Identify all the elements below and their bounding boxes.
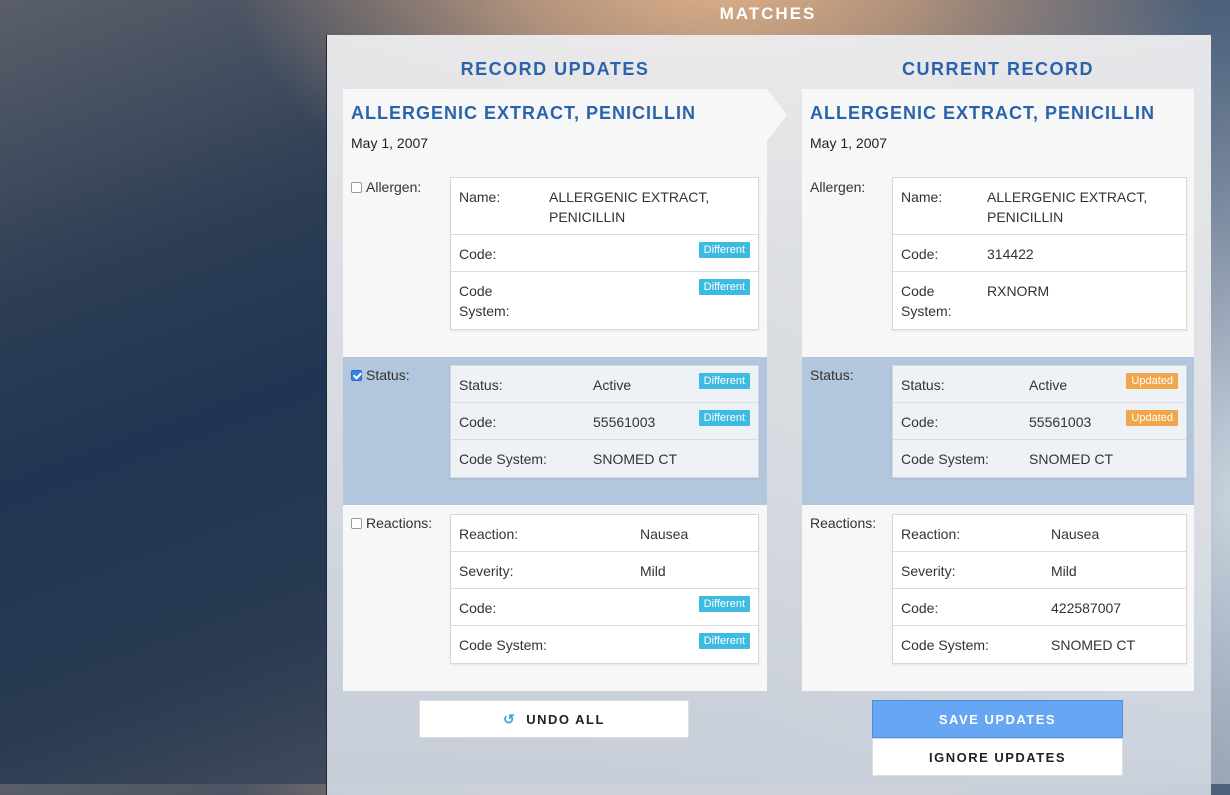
- table-row: Code System: SNOMED CT: [893, 626, 1186, 663]
- reactions-label: Reactions:: [366, 515, 433, 531]
- different-badge: Different: [698, 633, 750, 649]
- row-label: Code:: [459, 414, 497, 430]
- different-badge: Different: [698, 410, 750, 426]
- row-value: RXNORM: [987, 283, 1050, 299]
- undo-all-label: UNDO ALL: [526, 711, 605, 727]
- allergen-label: Allergen:: [366, 179, 422, 195]
- row-label: Reaction:: [901, 526, 961, 542]
- current-record-date: May 1, 2007: [810, 135, 888, 151]
- record-updates-date: May 1, 2007: [351, 135, 429, 151]
- updated-badge: Updated: [1126, 373, 1178, 389]
- status-select[interactable]: Status:: [351, 367, 410, 383]
- table-row: Name: ALLERGENIC EXTRACT, PENICILLIN: [451, 178, 758, 235]
- reactions-details-table: Reaction: Nausea Severity: Mild Code: 42…: [892, 514, 1187, 664]
- different-badge: Different: [698, 242, 750, 258]
- row-label: Code System:: [901, 451, 989, 467]
- row-value: Nausea: [640, 526, 689, 542]
- table-row: Reaction: Nausea: [451, 515, 758, 552]
- table-row: Code: Different: [451, 589, 758, 626]
- undo-icon: ↺: [503, 710, 517, 727]
- table-row: Status: Active Different: [451, 366, 758, 403]
- row-label: Severity:: [459, 563, 514, 579]
- matches-panel: RECORD UPDATES CURRENT RECORD ALLERGENIC…: [326, 35, 1211, 795]
- ignore-updates-button[interactable]: IGNORE UPDATES: [872, 738, 1123, 776]
- row-value: 314422: [987, 246, 1034, 262]
- undo-all-button[interactable]: ↺ UNDO ALL: [419, 700, 689, 738]
- row-label: Code:: [901, 246, 939, 262]
- table-row: Severity: Mild: [451, 552, 758, 589]
- current-record-heading: CURRENT RECORD: [902, 59, 1094, 79]
- table-row: Code: 55561003 Different: [451, 403, 758, 440]
- status-label: Status:: [810, 367, 854, 383]
- arrow-pointer: [767, 89, 787, 141]
- row-value: Active: [1029, 377, 1068, 393]
- status-checkbox[interactable]: [351, 369, 362, 381]
- row-label: Code System:: [901, 637, 989, 653]
- different-badge: Different: [698, 373, 750, 389]
- record-updates-title: ALLERGENIC EXTRACT, PENICILLIN: [351, 103, 697, 123]
- row-value: Mild: [1051, 563, 1077, 579]
- table-row: Code System: SNOMED CT: [451, 440, 758, 477]
- row-label: Status:: [459, 377, 503, 393]
- row-label: Code System:: [459, 283, 510, 319]
- row-value: SNOMED CT: [1051, 637, 1135, 653]
- row-value: SNOMED CT: [593, 451, 677, 467]
- status-label: Status:: [366, 367, 410, 383]
- row-label: Code:: [901, 414, 939, 430]
- current-record-title: ALLERGENIC EXTRACT, PENICILLIN: [810, 103, 1156, 123]
- table-row: Code: 314422: [893, 235, 1186, 272]
- row-value: Mild: [640, 563, 666, 579]
- row-value: 55561003: [1029, 414, 1092, 430]
- table-row: Code System: Different: [451, 626, 758, 663]
- row-label: Code:: [459, 600, 497, 616]
- record-updates-heading: RECORD UPDATES: [460, 59, 650, 79]
- row-value: ALLERGENIC EXTRACT, PENICILLIN: [987, 189, 1148, 225]
- allergen-select[interactable]: Allergen:: [351, 179, 421, 195]
- reactions-select[interactable]: Reactions:: [351, 515, 432, 531]
- row-label: Name:: [901, 189, 943, 205]
- save-updates-button[interactable]: SAVE UPDATES: [872, 700, 1123, 738]
- reactions-label: Reactions:: [810, 515, 877, 531]
- row-label: Reaction:: [459, 526, 519, 542]
- table-row: Code: 55561003 Updated: [893, 403, 1186, 440]
- allergen-checkbox[interactable]: [351, 181, 362, 193]
- row-value: Active: [593, 377, 632, 393]
- row-label: Status:: [901, 377, 945, 393]
- row-label: Severity:: [901, 563, 956, 579]
- allergen-details-table: Name: ALLERGENIC EXTRACT, PENICILLIN Cod…: [892, 177, 1187, 330]
- row-value: 55561003: [593, 414, 656, 430]
- table-row: Code System: Different: [451, 272, 758, 329]
- different-badge: Different: [698, 279, 750, 295]
- row-value: Nausea: [1051, 526, 1100, 542]
- row-value: SNOMED CT: [1029, 451, 1113, 467]
- current-record-card: ALLERGENIC EXTRACT, PENICILLIN May 1, 20…: [802, 89, 1194, 691]
- updated-badge: Updated: [1126, 410, 1178, 426]
- table-row: Code: 422587007: [893, 589, 1186, 626]
- table-row: Name: ALLERGENIC EXTRACT, PENICILLIN: [893, 178, 1186, 235]
- table-row: Reaction: Nausea: [893, 515, 1186, 552]
- row-value: ALLERGENIC EXTRACT, PENICILLIN: [549, 189, 710, 225]
- row-value: 422587007: [1051, 600, 1122, 616]
- table-row: Code: Different: [451, 235, 758, 272]
- table-row: Severity: Mild: [893, 552, 1186, 589]
- status-details-table: Status: Active Updated Code: 55561003 Up…: [892, 365, 1187, 478]
- table-row: Code System: RXNORM: [893, 272, 1186, 329]
- reactions-details-table: Reaction: Nausea Severity: Mild Code: Di…: [450, 514, 759, 664]
- table-row: Status: Active Updated: [893, 366, 1186, 403]
- page-title: MATCHES: [719, 4, 817, 23]
- allergen-label: Allergen:: [810, 179, 866, 195]
- row-label: Name:: [459, 189, 501, 205]
- table-row: Code System: SNOMED CT: [893, 440, 1186, 477]
- reactions-checkbox[interactable]: [351, 517, 362, 529]
- status-details-table: Status: Active Different Code: 55561003 …: [450, 365, 759, 478]
- different-badge: Different: [698, 596, 750, 612]
- row-label: Code System:: [901, 283, 952, 319]
- row-label: Code System:: [459, 451, 547, 467]
- record-updates-card: ALLERGENIC EXTRACT, PENICILLIN May 1, 20…: [343, 89, 787, 691]
- row-label: Code:: [459, 246, 497, 262]
- row-label: Code System:: [459, 637, 547, 653]
- row-label: Code:: [901, 600, 939, 616]
- allergen-details-table: Name: ALLERGENIC EXTRACT, PENICILLIN Cod…: [450, 177, 759, 330]
